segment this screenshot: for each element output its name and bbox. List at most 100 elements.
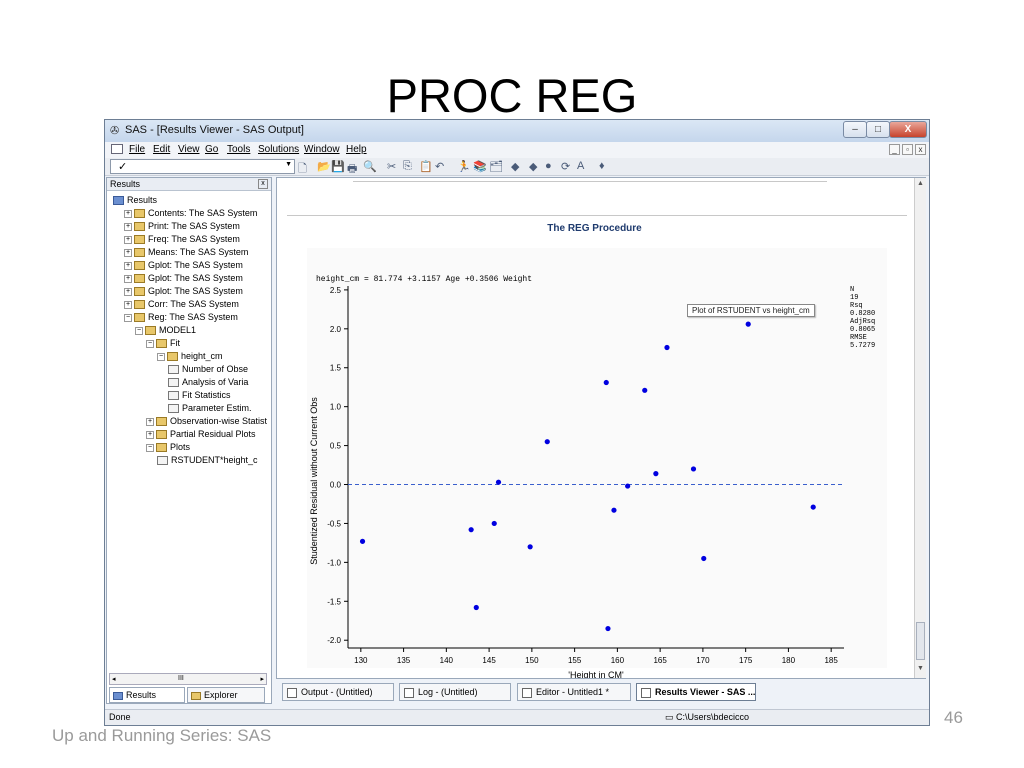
tree-item[interactable]: − Fit [146,337,180,349]
refresh-icon[interactable]: ⟳ [561,160,570,173]
tab-log[interactable]: Log - (Untitled) [399,683,511,701]
tab-editor[interactable]: Editor - Untitled1 * [517,683,631,701]
tree-item[interactable]: RSTUDENT*height_c [157,454,258,466]
x-tick-label: 185 [824,656,838,665]
cut-icon[interactable]: ✂ [387,160,396,173]
maximize-button[interactable]: □ [866,121,890,138]
mdi-restore-button[interactable]: ▫ [902,144,913,155]
close-button[interactable]: X [889,121,927,138]
results-viewer-icon [641,687,651,698]
open-icon[interactable]: 📂 [317,160,331,173]
tree-item[interactable]: + Freq: The SAS System [124,233,240,245]
collapse-icon[interactable]: − [135,326,143,335]
model-equation: height_cm = 81.774 +3.1157 Age +0.3506 W… [316,275,533,284]
current-folder[interactable]: ▭ C:\Users\bdecicco [665,712,749,723]
scroll-down-icon[interactable]: ▼ [917,665,924,672]
expand-icon[interactable]: + [124,287,132,296]
command-box[interactable]: ✓ ▼ [110,159,295,174]
vertical-scrollbar[interactable]: ▲ ▼ [914,178,926,678]
scroll-up-icon[interactable]: ▲ [917,180,924,187]
paste-icon[interactable]: 📋 [419,160,433,173]
folder-icon [113,196,124,206]
expand-icon[interactable]: + [124,261,132,270]
menu-solutions[interactable]: Solutions [258,144,299,155]
submit-icon[interactable]: 🏃 [457,160,471,173]
explorer-icon [191,691,201,700]
tab-output[interactable]: Output - (Untitled) [282,683,394,701]
menu-window[interactable]: Window [304,144,340,155]
tab-results-viewer[interactable]: Results Viewer - SAS ... [636,683,756,701]
scroll-left-icon[interactable]: ◂ [112,675,116,683]
libraries-icon[interactable]: 📚 [473,160,487,173]
menu-edit[interactable]: Edit [153,144,170,155]
copy-icon[interactable]: ⎘ [403,160,412,173]
tree-item[interactable]: Fit Statistics [168,389,231,401]
tree-item[interactable]: − Plots [146,441,190,453]
undo-icon[interactable]: ↶ [435,160,444,173]
menu-help[interactable]: Help [346,144,367,155]
results-close-button[interactable]: x [258,179,268,189]
explorer-icon[interactable]: 🗂 [489,160,503,173]
stop-icon[interactable]: ● [545,160,552,172]
scroll-thumb[interactable] [916,622,925,660]
tree-item[interactable]: Analysis of Varia [168,376,248,388]
print-preview-icon[interactable]: 🔍 [363,160,377,173]
expand-icon[interactable]: + [124,300,132,309]
font-icon[interactable]: A [577,160,584,172]
x-tick-label: 135 [397,656,411,665]
tree-item[interactable]: − Reg: The SAS System [124,311,238,323]
tree-item-label: Gplot: The SAS System [148,286,243,296]
current-folder-path: C:\Users\bdecicco [676,712,750,722]
forward-icon[interactable]: ◆ [529,160,537,173]
tree-item[interactable]: + Corr: The SAS System [124,298,239,310]
tree-item[interactable]: − MODEL1 [135,324,196,336]
tree-item[interactable]: + Gplot: The SAS System [124,285,243,297]
collapse-icon[interactable]: − [146,339,154,348]
menu-view[interactable]: View [178,144,200,155]
tab-results[interactable]: Results [109,687,185,703]
document-icon[interactable] [111,144,123,154]
check-icon[interactable]: ✓ [118,160,127,173]
tree-item[interactable]: + Partial Residual Plots [146,428,256,440]
title-bar[interactable]: ✇ SAS - [Results Viewer - SAS Output] – … [105,120,929,142]
expand-icon[interactable]: + [124,274,132,283]
x-tick-label: 130 [354,656,368,665]
tree-item[interactable]: − height_cm [157,350,223,362]
x-tick-label: 145 [482,656,496,665]
scroll-thumb-grip[interactable]: III [178,675,184,682]
tree-item[interactable]: + Gplot: The SAS System [124,259,243,271]
collapse-icon[interactable]: − [146,443,154,452]
scroll-right-icon[interactable]: ▸ [260,675,264,683]
tree-item[interactable]: + Means: The SAS System [124,246,248,258]
tree-item[interactable]: Parameter Estim. [168,402,252,414]
mdi-close-button[interactable]: x [915,144,926,155]
expand-icon[interactable]: + [146,417,154,426]
tab-explorer[interactable]: Explorer [187,687,265,703]
save-icon[interactable]: 💾 [331,160,345,173]
expand-icon[interactable]: + [124,248,132,257]
expand-icon[interactable]: + [124,235,132,244]
expand-icon[interactable]: + [146,430,154,439]
tree-item[interactable]: + Print: The SAS System [124,220,240,232]
tree-item[interactable]: + Observation-wise Statist [146,415,267,427]
tree-item[interactable]: + Contents: The SAS System [124,207,257,219]
menu-file[interactable]: File [129,144,145,155]
tree-item[interactable]: + Gplot: The SAS System [124,272,243,284]
help-icon[interactable]: ♦ [599,160,605,172]
expand-icon[interactable]: + [124,222,132,231]
menu-go[interactable]: Go [205,144,218,155]
menu-tools[interactable]: Tools [227,144,250,155]
mdi-minimize-button[interactable]: _ [889,144,900,155]
back-icon[interactable]: ◆ [511,160,519,173]
results-icon [113,691,123,700]
collapse-icon[interactable]: − [124,313,132,322]
collapse-icon[interactable]: − [157,352,165,361]
data-point [468,527,474,533]
expand-icon[interactable]: + [124,209,132,218]
results-horizontal-scrollbar[interactable]: ◂ III ▸ [109,673,267,685]
chevron-down-icon[interactable]: ▼ [285,161,292,168]
minimize-button[interactable]: – [843,121,867,138]
tree-item[interactable]: Number of Obse [168,363,248,375]
folder-icon [156,430,167,440]
tree-item[interactable]: Results [113,194,157,206]
